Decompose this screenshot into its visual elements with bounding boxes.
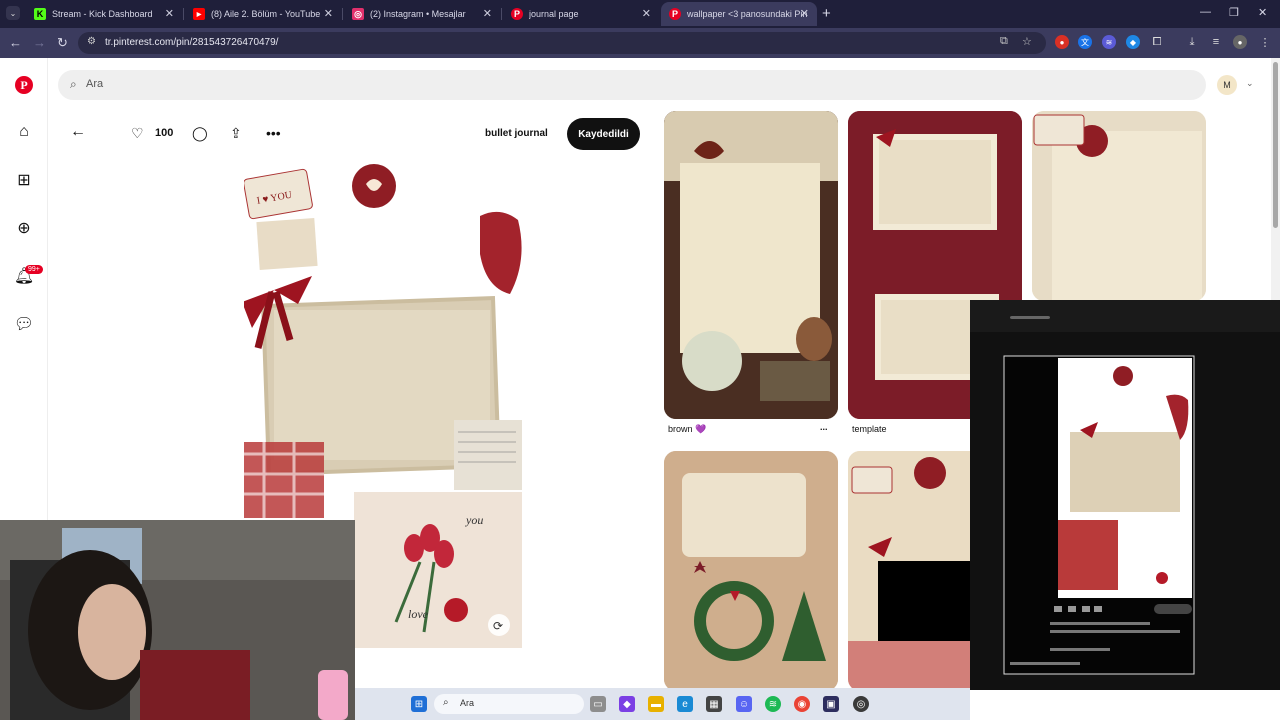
back-arrow-icon[interactable]: ← xyxy=(70,123,86,141)
scrollbar-thumb[interactable] xyxy=(1273,62,1278,228)
taskbar-search-input[interactable]: ⌕ Ara xyxy=(434,694,584,714)
task-view-icon[interactable]: ▭ xyxy=(590,696,606,712)
explore-icon[interactable]: ⊞ xyxy=(14,170,34,190)
bookmark-star-icon[interactable]: ☆ xyxy=(1022,35,1032,48)
download-icon[interactable]: ⤓ xyxy=(1185,35,1199,49)
grid-pin-collage[interactable] xyxy=(848,451,970,691)
reload-icon[interactable]: ↻ xyxy=(57,35,68,51)
comment-icon[interactable]: ◯ xyxy=(192,125,208,142)
extension-icon[interactable]: ● xyxy=(1055,35,1069,49)
store-icon[interactable]: ▦ xyxy=(706,696,722,712)
tab-title: (8) Aile 2. Bölüm - YouTube xyxy=(211,9,321,19)
pinterest-icon: P xyxy=(669,8,681,20)
phone-screen-image xyxy=(970,300,1280,690)
grid-pin-christmas[interactable] xyxy=(664,451,838,691)
site-info-icon[interactable]: ⚙ xyxy=(87,36,96,47)
copilot-icon[interactable]: ◆ xyxy=(619,696,635,712)
reading-list-icon[interactable]: ≡ xyxy=(1209,35,1223,49)
install-app-icon[interactable]: ⧉ xyxy=(1000,35,1008,48)
close-tab-icon[interactable]: ✕ xyxy=(642,7,651,20)
browser-tab-strip: ⌄ K Stream - Kick Dashboard ✕ ▶ (8) Aile… xyxy=(0,0,1280,28)
tab-kick-dashboard[interactable]: K Stream - Kick Dashboard ✕ xyxy=(26,2,182,26)
extension-icon[interactable]: ◆ xyxy=(1126,35,1140,49)
chrome-menu-icon[interactable]: ⋮ xyxy=(1258,35,1272,49)
tab-title: journal page xyxy=(529,9,579,19)
tab-divider xyxy=(183,8,184,20)
app-icon[interactable]: ▣ xyxy=(823,696,839,712)
extension-icon[interactable]: ≋ xyxy=(1102,35,1116,49)
close-tab-icon[interactable]: ✕ xyxy=(483,7,492,20)
edge-icon[interactable]: e xyxy=(677,696,693,712)
svg-text:you: you xyxy=(465,513,483,527)
search-icon: ⌕ xyxy=(70,77,77,91)
webcam-overlay xyxy=(0,520,355,720)
tab-divider xyxy=(342,8,343,20)
account-avatar[interactable]: M xyxy=(1217,75,1237,95)
minimize-icon[interactable]: — xyxy=(1200,6,1211,18)
chevron-down-icon[interactable]: ⌄ xyxy=(1246,78,1254,89)
url-text: tr.pinterest.com/pin/281543726470479/ xyxy=(105,37,279,48)
search-input[interactable]: ⌕ Ara xyxy=(58,70,1206,100)
create-icon[interactable]: ⊕ xyxy=(14,218,34,238)
pin-thumbnail xyxy=(848,451,970,691)
translate-extension-icon[interactable]: 文 xyxy=(1078,35,1092,49)
webcam-feed-image xyxy=(0,520,355,720)
like-count: 100 xyxy=(155,127,174,139)
more-options-icon[interactable]: ••• xyxy=(266,125,281,141)
share-icon[interactable]: ⇪ xyxy=(230,125,242,142)
tab-title: wallpaper <3 panosundaki Pin xyxy=(687,9,808,19)
pin-caption: template xyxy=(852,424,887,434)
svg-text:love: love xyxy=(408,607,429,621)
kick-icon: K xyxy=(34,8,46,20)
notification-badge: 99+ xyxy=(25,265,43,274)
youtube-icon: ▶ xyxy=(193,8,205,20)
grid-pin-cream[interactable] xyxy=(1032,111,1206,301)
windows-start-icon[interactable]: ⊞ xyxy=(411,696,427,712)
taskbar-search-label: Ara xyxy=(460,698,475,708)
tab-wallpaper-pin[interactable]: P wallpaper <3 panosundaki Pin ✕ xyxy=(661,2,817,26)
tab-title: Stream - Kick Dashboard xyxy=(52,9,153,19)
tab-instagram[interactable]: ◎ (2) Instagram • Mesajlar ✕ xyxy=(344,2,500,26)
forward-icon[interactable]: → xyxy=(33,35,46,50)
profile-avatar[interactable]: ● xyxy=(1233,35,1247,49)
back-icon[interactable]: ← xyxy=(9,35,22,50)
pin-thumbnail xyxy=(664,111,838,419)
address-bar[interactable]: ⚙ tr.pinterest.com/pin/281543726470479/ … xyxy=(78,32,1046,54)
instagram-icon: ◎ xyxy=(352,8,364,20)
file-explorer-icon[interactable]: ▬ xyxy=(648,696,664,712)
pinterest-icon: P xyxy=(511,8,523,20)
search-icon: ⌕ xyxy=(443,697,449,708)
svg-text:⟳: ⟳ xyxy=(493,619,503,633)
pinterest-logo[interactable]: P xyxy=(15,76,33,94)
heart-icon[interactable]: ♡ xyxy=(131,125,144,142)
tab-divider xyxy=(501,8,502,20)
pin-thumbnail xyxy=(1032,111,1206,301)
pin-more-icon[interactable]: ... xyxy=(820,422,828,432)
board-selector[interactable]: bullet journal xyxy=(485,128,548,139)
phone-mirror-overlay xyxy=(970,300,1280,690)
pin-thumbnail xyxy=(664,451,838,691)
saved-button[interactable]: Kaydedildi xyxy=(567,118,640,150)
close-tab-icon[interactable]: ✕ xyxy=(165,7,174,20)
close-tab-icon[interactable]: ✕ xyxy=(800,7,809,20)
tab-title: (2) Instagram • Mesajlar xyxy=(370,9,466,19)
chrome-icon[interactable]: ◉ xyxy=(794,696,810,712)
extensions-puzzle-icon[interactable]: ⧠ xyxy=(1150,35,1164,49)
tab-search-icon[interactable]: ⌄ xyxy=(6,6,20,20)
tab-journal-page[interactable]: P journal page ✕ xyxy=(503,2,659,26)
messages-icon[interactable]: 💬︎ xyxy=(14,314,34,334)
close-window-icon[interactable]: ✕ xyxy=(1258,6,1267,19)
spotify-icon[interactable]: ≋ xyxy=(765,696,781,712)
new-tab-button[interactable]: + xyxy=(822,5,831,22)
discord-icon[interactable]: ☺ xyxy=(736,696,752,712)
obs-icon[interactable]: ◎ xyxy=(853,696,869,712)
grid-pin-brown[interactable] xyxy=(664,111,838,419)
pin-caption: brown 💜 xyxy=(668,424,707,434)
search-placeholder: Ara xyxy=(86,78,104,90)
close-tab-icon[interactable]: ✕ xyxy=(324,7,333,20)
home-icon[interactable]: ⌂ xyxy=(14,122,34,142)
tab-youtube[interactable]: ▶ (8) Aile 2. Bölüm - YouTube ✕ xyxy=(185,2,341,26)
restore-icon[interactable]: ❐ xyxy=(1229,6,1239,19)
